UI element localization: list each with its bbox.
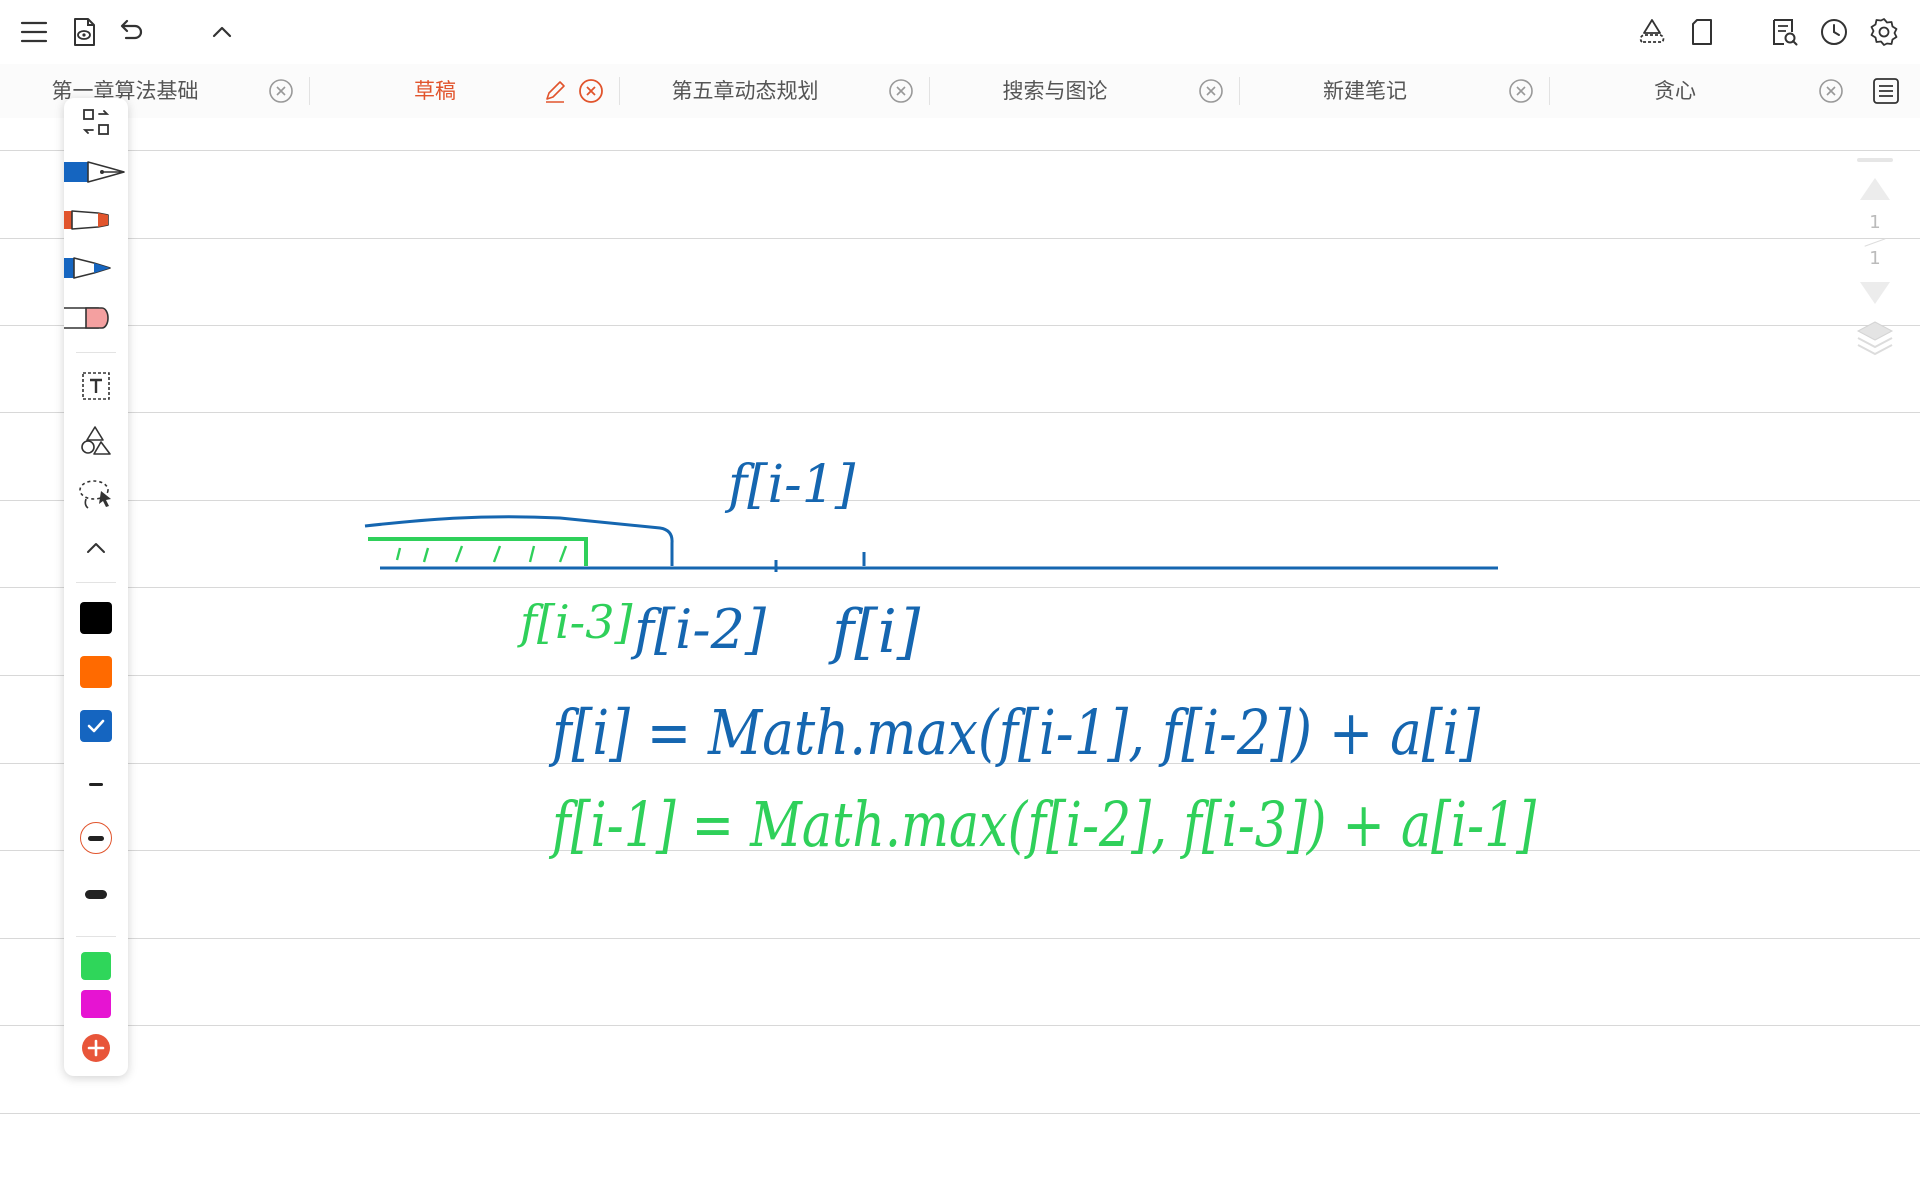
- shapes-tool[interactable]: [64, 420, 128, 460]
- tab-close-icon[interactable]: [1508, 78, 1534, 104]
- color-swatch-magenta[interactable]: [64, 986, 128, 1022]
- swap-layout-button[interactable]: [64, 100, 128, 144]
- tab-label: 第五章动态规划: [671, 79, 819, 103]
- collapse-chevron-icon: [87, 543, 105, 553]
- chevron-up-icon[interactable]: [200, 10, 244, 54]
- stroke-thick-mark: [85, 889, 107, 899]
- menu-icon[interactable]: [12, 10, 56, 54]
- current-page-number: 1: [1869, 212, 1881, 233]
- text-tool[interactable]: [64, 366, 128, 406]
- tab-2[interactable]: 草稿: [310, 64, 620, 118]
- swatch: [80, 656, 112, 688]
- color-swatch-orange[interactable]: [64, 648, 128, 696]
- formula-green: f[i-1] = Math.max(f[i-2], f[i-3]) + a[i-…: [549, 788, 1537, 861]
- swatch: [80, 710, 112, 742]
- lasso-select-icon: [79, 480, 111, 509]
- handwritten-ink: f[i-1] f[i-3] f[i-2] f[i] f[i] = Math.ma…: [364, 455, 1537, 861]
- page-separator: [1864, 238, 1886, 247]
- tab-list-icon[interactable]: [1870, 75, 1902, 107]
- page-navigator: 1 1: [1850, 150, 1900, 370]
- page-down-icon[interactable]: [1857, 278, 1893, 308]
- tab-3[interactable]: 第五章动态规划: [620, 64, 930, 118]
- fountain-pen-icon: [64, 161, 125, 183]
- history-clock-icon[interactable]: [1812, 10, 1856, 54]
- label-f-i-2: f[i-2]: [630, 598, 767, 661]
- marker-tool[interactable]: [64, 200, 128, 240]
- tab-close-icon[interactable]: [888, 78, 914, 104]
- tab-label: 新建笔记: [1323, 79, 1407, 103]
- tab-6[interactable]: 贪心: [1550, 64, 1860, 118]
- eraser-tool[interactable]: [64, 298, 128, 338]
- shapes-cloud-icon[interactable]: [1630, 10, 1674, 54]
- stroke-size-thick[interactable]: [64, 872, 128, 916]
- tab-label: 草稿: [414, 79, 456, 103]
- tab-close-icon[interactable]: [1818, 78, 1844, 104]
- tab-close-icon[interactable]: [578, 78, 604, 104]
- label-f-i-3: f[i-3]: [517, 595, 632, 649]
- swatch: [80, 602, 112, 634]
- page-icon[interactable]: [1680, 10, 1724, 54]
- color-swatch-blue[interactable]: [64, 702, 128, 750]
- fountain-pen-tool[interactable]: [64, 150, 128, 194]
- layers-icon[interactable]: [1855, 318, 1895, 358]
- range-bracket-green: [368, 537, 588, 566]
- document-preview-icon[interactable]: [62, 10, 106, 54]
- top-toolbar: [0, 0, 1920, 64]
- total-pages-number: 1: [1869, 248, 1881, 269]
- stroke-size-medium[interactable]: [64, 816, 128, 860]
- marker-icon: [64, 210, 109, 230]
- palette-divider: [76, 582, 116, 583]
- tab-close-icon[interactable]: [1198, 78, 1224, 104]
- swatch: [81, 990, 111, 1018]
- tab-1[interactable]: 第一章算法基础: [0, 64, 310, 118]
- eraser-icon: [64, 307, 109, 329]
- swatch: [81, 952, 111, 980]
- color-swatch-black[interactable]: [64, 594, 128, 642]
- notebook-tab-bar: 第一章算法基础 草稿 第五章动态规划 搜索与图论 新建笔记 贪心: [0, 64, 1920, 118]
- stroke-medium-ring: [80, 822, 112, 854]
- color-swatch-green[interactable]: [64, 948, 128, 984]
- palette-divider: [76, 352, 116, 353]
- tab-label: 搜索与图论: [1002, 79, 1108, 103]
- stroke-size-thin[interactable]: [64, 762, 128, 806]
- formula-blue: f[i] = Math.max(f[i-1], f[i-2]) + a[i]: [549, 696, 1481, 769]
- stroke-thin-mark: [89, 782, 103, 786]
- tab-4[interactable]: 搜索与图论: [930, 64, 1240, 118]
- tool-palette: [64, 98, 128, 1076]
- shapes-icon: [81, 426, 111, 455]
- collapse-palette-button[interactable]: [64, 528, 128, 568]
- label-f-i: f[i]: [828, 597, 921, 667]
- tab-5[interactable]: 新建笔记: [1240, 64, 1550, 118]
- label-f-i-1: f[i-1]: [724, 455, 856, 515]
- tab-label: 贪心: [1654, 79, 1696, 103]
- tab-close-icon[interactable]: [268, 78, 294, 104]
- swap-layout-icon: [82, 109, 110, 135]
- add-color-icon: [82, 1034, 110, 1062]
- tab-rename-pencil-icon[interactable]: [542, 78, 568, 104]
- search-document-icon[interactable]: [1762, 10, 1806, 54]
- stroke-medium-mark: [88, 835, 104, 841]
- text-box-icon: [82, 372, 110, 400]
- undo-icon[interactable]: [108, 10, 152, 54]
- pen-icon: [64, 257, 111, 279]
- add-color-button[interactable]: [64, 1028, 128, 1068]
- checkmark-icon: [87, 719, 105, 733]
- page-up-icon[interactable]: [1857, 174, 1893, 204]
- palette-divider: [76, 936, 116, 937]
- hatch-strokes: [395, 545, 568, 563]
- range-bracket-blue: [364, 515, 674, 566]
- lasso-tool[interactable]: [64, 474, 128, 514]
- gear-icon[interactable]: [1862, 10, 1906, 54]
- pen-tool[interactable]: [64, 248, 128, 288]
- navigator-handle[interactable]: [1857, 158, 1893, 162]
